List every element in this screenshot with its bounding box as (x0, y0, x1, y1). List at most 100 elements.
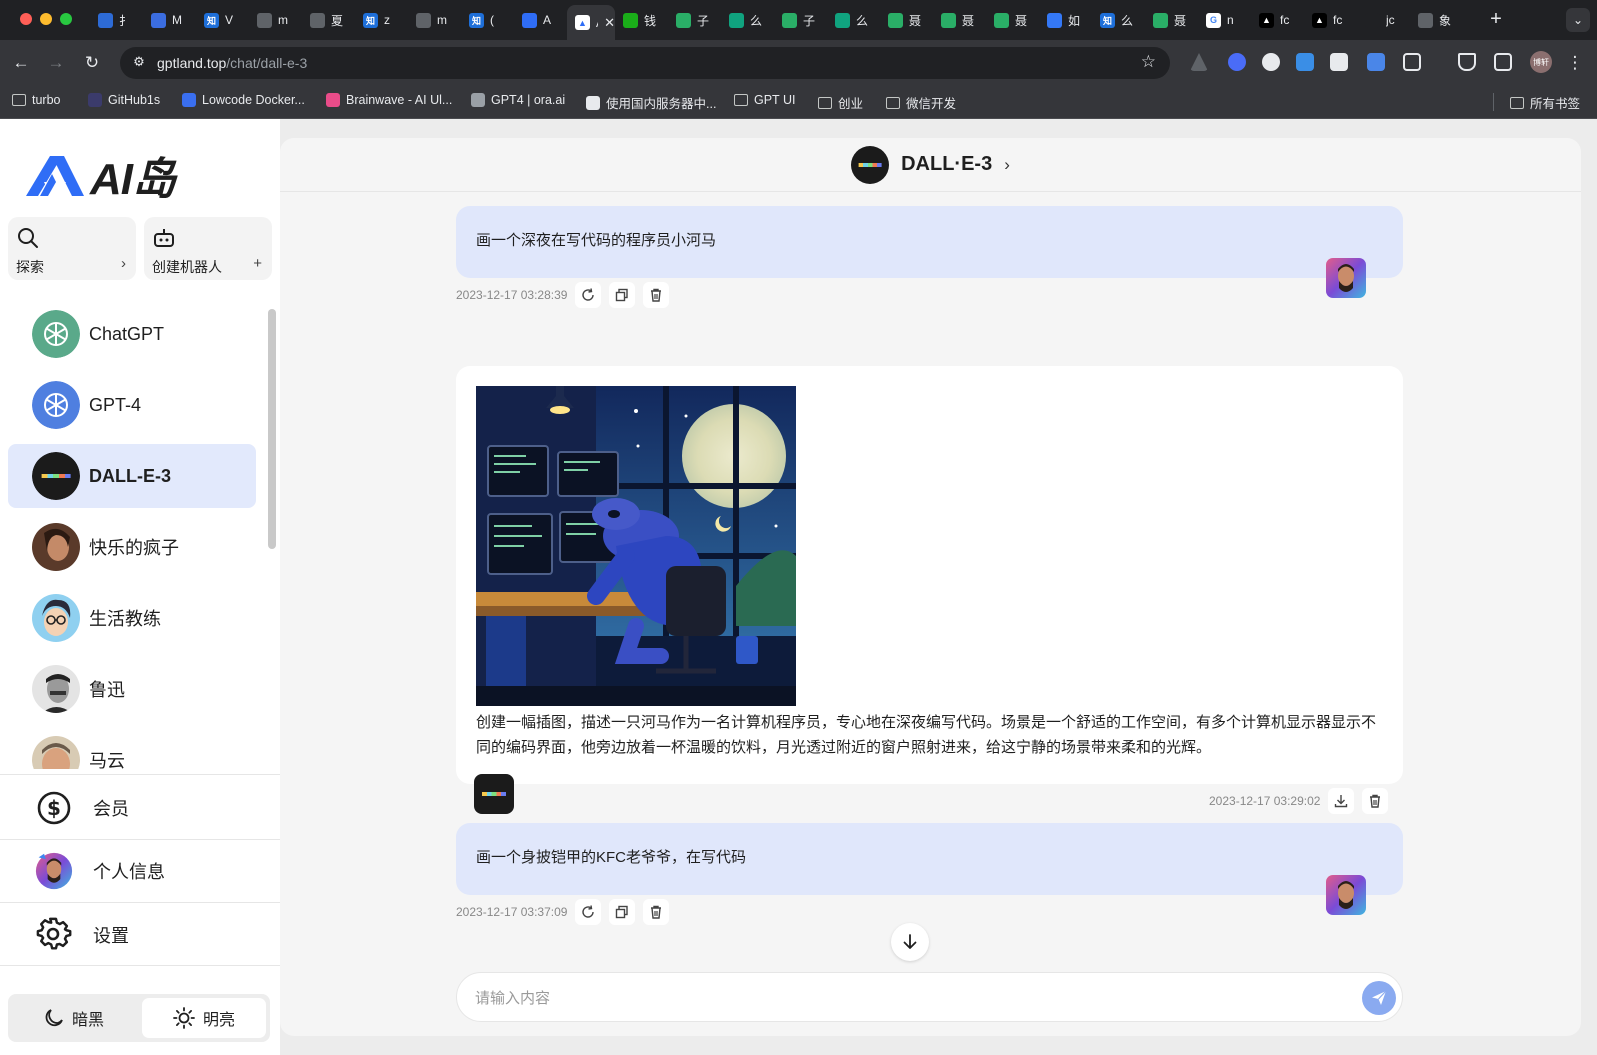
extension-dark-icon[interactable] (1330, 53, 1348, 71)
browser-tab[interactable]: 夏 (302, 5, 355, 35)
browser-tab[interactable]: ▲ fc (1251, 5, 1304, 35)
bookmark-link[interactable]: Lowcode Docker... (182, 93, 305, 107)
extensions-puzzle-icon[interactable] (1403, 53, 1421, 71)
close-tab-icon[interactable]: ✕ (604, 15, 615, 31)
bookmark-star-icon[interactable]: ☆ (1141, 52, 1156, 72)
browser-tab[interactable]: 知么 (1092, 5, 1145, 35)
browser-tab[interactable]: 知( (461, 5, 514, 35)
delete-icon[interactable] (643, 899, 670, 925)
browser-tab[interactable]: Gn (1198, 5, 1251, 35)
browser-tab[interactable]: M (143, 5, 196, 35)
forward-arrow-icon[interactable]: → (43, 50, 69, 76)
browser-tab[interactable]: 么 (721, 5, 774, 35)
maximize-window-button[interactable] (60, 13, 72, 25)
light-theme-button[interactable]: 明亮 (142, 998, 266, 1038)
active-browser-tab[interactable]: ▲ A ✕ (567, 5, 615, 40)
address-bar[interactable]: ⚙ gptland.top/chat/dall-e-3 ☆ (120, 47, 1170, 79)
url-text[interactable]: gptland.top/chat/dall-e-3 (157, 55, 307, 71)
browser-tab[interactable]: A (514, 5, 567, 35)
settings-menu-item[interactable]: 设置 (0, 904, 280, 966)
delete-icon[interactable] (1362, 788, 1389, 814)
browser-tab[interactable]: 聂 (933, 5, 986, 35)
side-panel-icon[interactable] (1494, 53, 1512, 71)
membership-menu-item[interactable]: $ 会员 (0, 777, 280, 839)
brand-logo[interactable]: AI岛 (22, 143, 176, 207)
browser-tab[interactable]: ▲ fc (1304, 5, 1357, 35)
bookmark-link[interactable]: Brainwave - AI Ul... (326, 93, 452, 107)
back-arrow-icon[interactable]: ← (8, 50, 34, 76)
regenerate-icon[interactable] (575, 282, 602, 308)
extension-google-translate-icon[interactable] (1367, 53, 1385, 71)
tab-favicon-icon (676, 12, 691, 28)
bookmark-folder[interactable]: 创业 (818, 93, 863, 112)
browser-tab[interactable]: 子 (774, 5, 827, 35)
bookmark-folder[interactable]: 微信开发 (886, 93, 956, 112)
bookmark-link[interactable]: GitHub1s (88, 93, 160, 107)
browser-tab[interactable]: 象 (1410, 5, 1463, 35)
browser-tab[interactable]: m (249, 5, 302, 35)
extension-image-icon[interactable] (1296, 53, 1314, 71)
reload-icon[interactable]: ↻ (79, 50, 105, 76)
scroll-to-bottom-button[interactable] (891, 923, 929, 961)
browser-tab[interactable]: 聂 (986, 5, 1039, 35)
new-tab-button[interactable]: + (1484, 8, 1508, 31)
generated-image[interactable] (476, 386, 796, 706)
browser-tab[interactable]: 钱 (615, 5, 668, 35)
close-window-button[interactable] (20, 13, 32, 25)
chat-header[interactable]: DALL·E-3 › (280, 138, 1581, 192)
browser-tab[interactable]: 子 (668, 5, 721, 35)
extension-translate-icon[interactable] (1228, 53, 1246, 71)
tab-title: A (596, 16, 598, 30)
membership-label: 会员 (93, 799, 129, 819)
light-theme-label: 明亮 (202, 1012, 235, 1029)
bot-item[interactable]: 快乐的疯子 (8, 515, 256, 579)
profile-menu-item[interactable]: 个人信息 (0, 840, 280, 902)
browser-tab[interactable]: jc (1357, 5, 1410, 35)
bot-item[interactable]: 生活教练 (8, 586, 256, 650)
bot-message: 创建一幅插图，描述一只河马作为一名计算机程序员，专心地在深夜编写代码。场景是一个… (456, 366, 1403, 784)
regenerate-icon[interactable] (575, 899, 602, 925)
tab-favicon-icon: ▲ (1259, 12, 1274, 28)
bot-item[interactable]: 鲁迅 (8, 657, 256, 721)
tab-title: A (543, 13, 552, 27)
all-bookmarks-folder[interactable]: 所有书签 (1510, 93, 1580, 112)
copy-icon[interactable] (609, 899, 636, 925)
download-icon[interactable] (1328, 788, 1355, 814)
extension-circle-icon[interactable] (1262, 53, 1280, 71)
site-info-icon[interactable]: ⚙ (130, 54, 148, 72)
bot-avatar (32, 452, 80, 500)
minimize-window-button[interactable] (40, 13, 52, 25)
bookmark-folder[interactable]: GPT UI (734, 93, 795, 107)
explore-button[interactable]: 探索 › (8, 217, 136, 280)
bot-item[interactable]: GPT-4 (8, 373, 256, 437)
browser-tab[interactable]: 聂 (1145, 5, 1198, 35)
bot-avatar (32, 736, 80, 769)
browser-tab[interactable]: 知z (355, 5, 408, 35)
profile-avatar[interactable]: 博轩 (1530, 51, 1552, 73)
message-timestamp: 2023-12-17 03:28:39 (456, 288, 568, 302)
bot-item[interactable]: DALL-E-3 (8, 444, 256, 508)
message-input[interactable] (475, 986, 1325, 1010)
copy-icon[interactable] (609, 282, 636, 308)
browser-tab[interactable]: 聂 (880, 5, 933, 35)
extension-triangle-icon[interactable] (1190, 53, 1208, 71)
delete-icon[interactable] (643, 282, 670, 308)
browser-tab[interactable]: 知V (196, 5, 249, 35)
bookmark-link[interactable]: 使用国内服务器中... (586, 93, 716, 112)
tab-search-button[interactable]: ⌄ (1566, 8, 1590, 32)
browser-tab[interactable]: 么 (827, 5, 880, 35)
send-button[interactable] (1362, 981, 1396, 1015)
bot-item[interactable]: 马云 (8, 728, 256, 769)
chat-panel: DALL·E-3 › 画一个深夜在写代码的程序员小河马 2023-12-17 0… (280, 138, 1581, 1036)
create-bot-button[interactable]: 创建机器人 + (144, 217, 272, 280)
browser-tab[interactable]: 如 (1039, 5, 1092, 35)
bookmark-link[interactable]: GPT4 | ora.ai (471, 93, 565, 107)
bot-item[interactable]: ChatGPT (8, 302, 256, 366)
browser-tab[interactable]: 扌 (90, 5, 143, 35)
browser-tab[interactable]: m (408, 5, 461, 35)
dark-theme-button[interactable]: 暗黑 (12, 998, 136, 1038)
bookmark-folder[interactable]: turbo (12, 93, 61, 107)
bot-list-scrollbar[interactable] (268, 309, 276, 549)
browser-menu-icon[interactable]: ⋮ (1562, 50, 1588, 76)
labs-flask-icon[interactable] (1458, 53, 1476, 71)
